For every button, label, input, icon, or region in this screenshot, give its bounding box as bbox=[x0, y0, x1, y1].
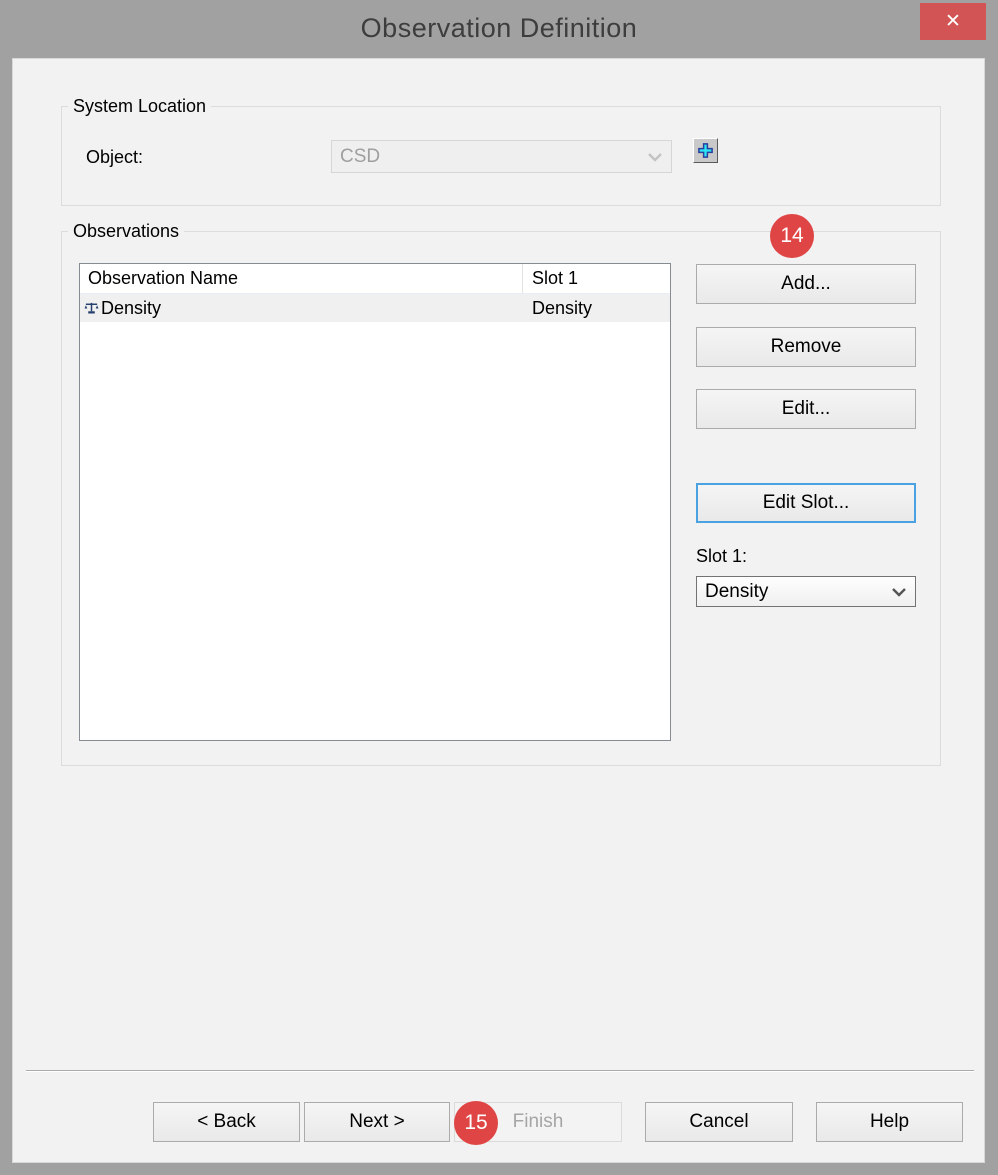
cell-observation-name: Density bbox=[80, 298, 523, 319]
cell-slot1: Density bbox=[532, 297, 593, 318]
observations-table[interactable]: Observation Name Slot 1 Density Density bbox=[79, 263, 671, 741]
chevron-down-icon bbox=[648, 152, 662, 162]
step-badge-14-number: 14 bbox=[780, 224, 804, 247]
column-header-observation-name[interactable]: Observation Name bbox=[80, 264, 523, 293]
footer-divider bbox=[26, 1070, 974, 1072]
object-label: Object: bbox=[86, 147, 144, 167]
table-header: Observation Name Slot 1 bbox=[80, 264, 670, 294]
table-row[interactable]: Density Density bbox=[80, 294, 670, 322]
dialog-title: Observation Definition bbox=[360, 13, 638, 43]
cancel-button[interactable]: Cancel bbox=[645, 1102, 793, 1142]
group-system-location-legend: System Location bbox=[68, 96, 212, 117]
slot1-combobox-value: Density bbox=[705, 580, 769, 602]
add-object-button[interactable] bbox=[693, 138, 718, 163]
next-button[interactable]: Next > bbox=[304, 1102, 450, 1142]
column-header-slot1[interactable]: Slot 1 bbox=[523, 264, 670, 293]
object-combobox[interactable]: CSD bbox=[331, 140, 672, 173]
group-observations-legend: Observations bbox=[68, 221, 185, 242]
balance-icon bbox=[84, 301, 99, 315]
titlebar: Observation Definition ✕ bbox=[0, 0, 998, 58]
add-button[interactable]: Add... bbox=[696, 264, 916, 304]
back-button[interactable]: < Back bbox=[153, 1102, 300, 1142]
edit-slot-button[interactable]: Edit Slot... bbox=[696, 483, 916, 523]
dialog-body: System Location Object: CSD Observations… bbox=[12, 58, 985, 1163]
help-button[interactable]: Help bbox=[816, 1102, 963, 1142]
chevron-down-icon bbox=[892, 587, 906, 597]
edit-button[interactable]: Edit... bbox=[696, 389, 916, 429]
dialog-observation-definition: Observation Definition ✕ System Location… bbox=[0, 0, 998, 1175]
close-icon: ✕ bbox=[945, 11, 961, 32]
step-badge-15-number: 15 bbox=[464, 1111, 488, 1134]
close-button[interactable]: ✕ bbox=[920, 3, 986, 40]
object-combobox-value: CSD bbox=[340, 145, 381, 167]
observation-name-text: Density bbox=[101, 297, 162, 318]
slot1-combobox[interactable]: Density bbox=[696, 576, 916, 607]
plus-icon bbox=[698, 143, 713, 158]
step-badge-14: 14 bbox=[770, 214, 814, 258]
remove-button[interactable]: Remove bbox=[696, 327, 916, 367]
slot1-label: Slot 1: bbox=[696, 546, 748, 566]
step-badge-15: 15 bbox=[454, 1101, 498, 1145]
